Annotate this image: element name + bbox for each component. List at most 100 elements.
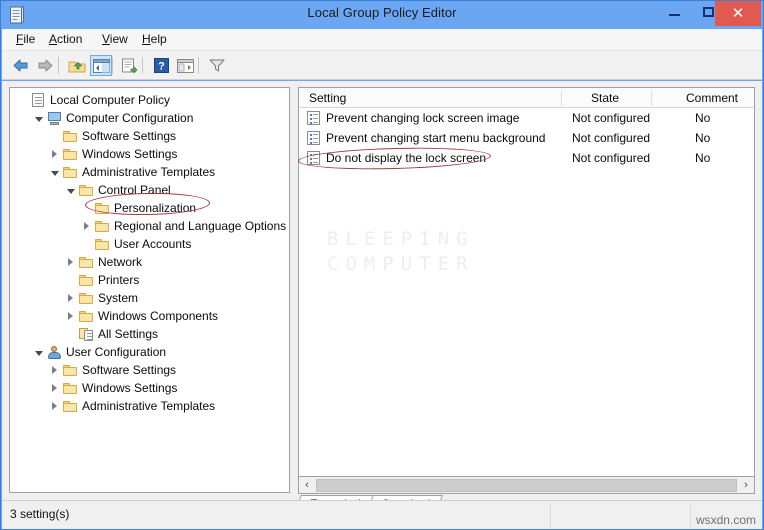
minimize-button[interactable] [659, 1, 689, 23]
settings-list-pane[interactable]: Setting State Comment Prevent changing l… [298, 87, 755, 477]
tree-item-software-settings[interactable]: Software Settings [10, 127, 289, 145]
tree-item-administrative-templates[interactable]: Administrative Templates [10, 397, 289, 415]
up-folder-icon[interactable] [66, 55, 88, 76]
filter-icon[interactable] [206, 55, 228, 76]
tree-expander[interactable] [64, 307, 77, 325]
user-icon [47, 345, 62, 359]
folder-icon [95, 238, 109, 250]
tree-expander[interactable] [64, 181, 77, 199]
tree-expander[interactable] [32, 343, 45, 361]
column-header-state[interactable]: State [591, 91, 619, 105]
menu-file[interactable]: File [14, 32, 37, 46]
tree-expander[interactable] [48, 145, 61, 163]
column-header-comment[interactable]: Comment [686, 91, 738, 105]
tree-item-label: Network [98, 255, 143, 269]
tree-expander[interactable] [16, 91, 29, 109]
tree-item-network[interactable]: Network [10, 253, 289, 271]
title-bar: Local Group Policy Editor ✕ [1, 1, 763, 29]
tree-expander[interactable] [48, 163, 61, 181]
folder-icon [79, 310, 93, 322]
console-tree-pane[interactable]: Local Computer Policy Computer Configurat… [9, 87, 290, 493]
column-divider[interactable] [651, 90, 652, 106]
scroll-right-icon[interactable]: › [738, 478, 754, 493]
help-icon[interactable]: ? [150, 55, 172, 76]
tree-expander[interactable] [64, 289, 77, 307]
chevron-down-icon [34, 117, 43, 122]
chevron-down-icon [50, 171, 59, 176]
chevron-right-icon [52, 366, 57, 374]
status-setting-count: 3 setting(s) [10, 507, 70, 521]
tree-expander[interactable] [64, 271, 77, 289]
tree-item-label: Windows Components [98, 309, 219, 323]
setting-state: Not configured [572, 151, 651, 165]
tree-item-windows-components[interactable]: Windows Components [10, 307, 289, 325]
tree-item-local-computer-policy[interactable]: Local Computer Policy [10, 91, 289, 109]
chevron-right-icon [68, 312, 73, 320]
tree-item-administrative-templates[interactable]: Administrative Templates [10, 163, 289, 181]
settings-list-row[interactable]: Prevent changing lock screen image Not co… [299, 108, 754, 128]
scroll-thumb[interactable] [316, 478, 737, 492]
setting-comment: No [695, 131, 711, 145]
svg-text:?: ? [158, 61, 165, 73]
tree-expander[interactable] [48, 379, 61, 397]
chevron-right-icon [68, 258, 73, 266]
setting-comment: No [695, 151, 711, 165]
menu-view[interactable]: View [100, 32, 130, 46]
window-title: Local Group Policy Editor [307, 5, 457, 20]
toolbar-separator [198, 57, 199, 74]
toolbar-separator [58, 57, 59, 74]
tree-expander[interactable] [80, 235, 93, 253]
tree-item-software-settings[interactable]: Software Settings [10, 361, 289, 379]
maximize-icon [702, 7, 714, 17]
settings-list-row[interactable]: Do not display the lock screen Not config… [299, 148, 754, 168]
setting-name: Prevent changing lock screen image [326, 111, 520, 125]
folder-icon [63, 130, 77, 142]
tree-item-user-configuration[interactable]: User Configuration [10, 343, 289, 361]
column-divider[interactable] [561, 90, 562, 106]
tree-item-label: Computer Configuration [66, 111, 194, 125]
close-button[interactable]: ✕ [715, 1, 761, 26]
tree-item-regional-and-language-options[interactable]: Regional and Language Options [10, 217, 289, 235]
folder-icon [63, 364, 77, 376]
local-group-policy-editor-window: Local Group Policy Editor ✕ File Action … [0, 0, 764, 530]
back-icon[interactable] [10, 55, 32, 76]
toolbar-separator [112, 57, 113, 74]
tree-expander[interactable] [64, 325, 77, 343]
show-tree-icon[interactable] [90, 55, 112, 76]
folder-icon [63, 382, 77, 394]
folder-icon [79, 184, 93, 196]
setting-state: Not configured [572, 111, 651, 125]
tree-expander[interactable] [48, 127, 61, 145]
scroll-left-icon[interactable]: ‹ [299, 478, 315, 493]
tree-item-personalization[interactable]: Personalization [10, 199, 289, 217]
menu-action[interactable]: Action [47, 32, 84, 46]
all-settings-icon [78, 327, 94, 341]
status-bar: 3 setting(s) wsxdn.com [2, 500, 762, 529]
tree-item-control-panel[interactable]: Control Panel [10, 181, 289, 199]
tree-expander[interactable] [80, 199, 93, 217]
chevron-right-icon [52, 150, 57, 158]
tree-expander[interactable] [32, 109, 45, 127]
tree-item-windows-settings[interactable]: Windows Settings [10, 379, 289, 397]
toolbar: ? [2, 51, 762, 80]
tree-expander[interactable] [48, 397, 61, 415]
tree-item-system[interactable]: System [10, 289, 289, 307]
tree-item-windows-settings[interactable]: Windows Settings [10, 145, 289, 163]
export-list-icon[interactable] [118, 55, 140, 76]
tree-expander[interactable] [80, 217, 93, 235]
tree-item-label: Control Panel [98, 183, 171, 197]
settings-list-row[interactable]: Prevent changing start menu background No… [299, 128, 754, 148]
tree-expander[interactable] [64, 253, 77, 271]
tree-item-computer-configuration[interactable]: Computer Configuration [10, 109, 289, 127]
menu-help[interactable]: Help [140, 32, 169, 46]
forward-icon[interactable] [34, 55, 56, 76]
list-horizontal-scrollbar[interactable]: ‹ › [298, 477, 755, 494]
policy-setting-icon [307, 131, 320, 145]
tree-item-printers[interactable]: Printers [10, 271, 289, 289]
properties-icon[interactable] [174, 55, 196, 76]
tree-item-all-settings[interactable]: All Settings [10, 325, 289, 343]
column-header-setting[interactable]: Setting [309, 91, 346, 105]
tree-expander[interactable] [48, 361, 61, 379]
watermark-line-2: COMPUTER [327, 253, 475, 275]
tree-item-user-accounts[interactable]: User Accounts [10, 235, 289, 253]
